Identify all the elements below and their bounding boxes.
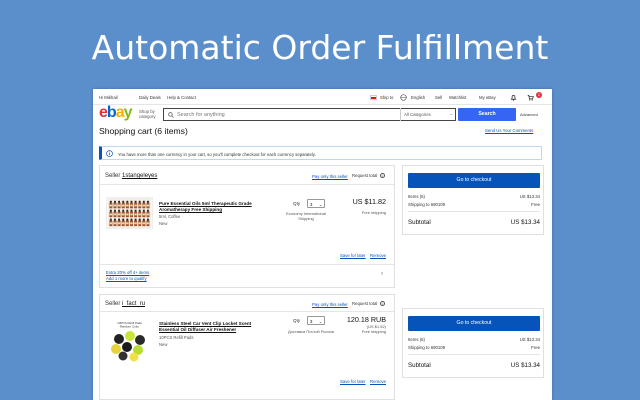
- advanced-search-link[interactable]: Advanced: [520, 112, 538, 117]
- cart-icon[interactable]: [527, 94, 534, 101]
- summary-shipping-row: Shipping to 690109 Free: [408, 202, 540, 207]
- quantity-select[interactable]: 3 ⌄: [307, 316, 325, 325]
- chevron-down-icon: ⌄: [318, 319, 322, 324]
- chevron-down-icon: ⌄: [318, 202, 322, 207]
- page-title: Shopping cart (6 items): [99, 126, 188, 136]
- checkout-button[interactable]: Go to checkout: [408, 173, 540, 188]
- summary-subtotal-row: Subtotal US $13.34: [408, 362, 540, 369]
- seller-name-link[interactable]: 1stangeleyes: [122, 173, 157, 179]
- notice-text: You have more than one currency in your …: [118, 151, 316, 157]
- qty-label: Qty: [293, 201, 301, 206]
- product-variant: 5ml, Coffee: [159, 214, 181, 219]
- save-for-later-link[interactable]: Save for later: [340, 253, 366, 258]
- chevron-down-icon: ⌄: [449, 111, 453, 116]
- qty-label: Qty: [293, 318, 301, 323]
- product-thumbnail[interactable]: 10PCS Refill Pads Random Color: [106, 319, 153, 362]
- product-condition: New: [159, 221, 168, 226]
- ebay-cart-screenshot: Hi Mikhail Daily Deals Help & Contact Sh…: [93, 89, 552, 400]
- seller-name-link[interactable]: i_fact_ru: [122, 301, 145, 307]
- info-icon: [106, 150, 113, 157]
- summary-subtotal-row: Subtotal US $13.34: [408, 219, 540, 226]
- seller-heading: Seller i_fact_ru: [105, 301, 146, 307]
- shipping-method: Economy International Shipping: [286, 211, 326, 221]
- page-headline: Automatic Order Fulfillment: [91, 28, 549, 67]
- category-select[interactable]: All Categories ⌄: [400, 108, 456, 121]
- currency-notice: You have more than one currency in your …: [99, 146, 542, 160]
- search-placeholder: Search for anything: [177, 112, 225, 118]
- item-price: US $11.82: [352, 197, 386, 206]
- search-button[interactable]: Search: [458, 108, 516, 121]
- russia-flag-icon: [370, 95, 377, 100]
- seller-card: Seller i_fact_ru Pay only this seller Re…: [99, 294, 395, 400]
- remove-link[interactable]: Remove: [370, 379, 386, 384]
- quantity-select[interactable]: 3 ⌄: [307, 199, 325, 208]
- sell-link[interactable]: Sell: [435, 95, 442, 100]
- info-icon: i: [380, 301, 386, 307]
- top-bar: Hi Mikhail Daily Deals Help & Contact Sh…: [93, 89, 552, 105]
- pay-only-seller-link[interactable]: Pay only this seller: [312, 302, 348, 307]
- request-total[interactable]: Request total i: [352, 173, 386, 179]
- summary-shipping-row: Shipping to 690109 Free: [408, 345, 540, 350]
- product-thumbnail[interactable]: [106, 197, 153, 229]
- my-ebay-link[interactable]: My eBay: [479, 95, 496, 100]
- product-title-link[interactable]: Stainless Steel Car Vent Clip Locket Sce…: [159, 321, 269, 332]
- watchlist-link[interactable]: Watchlist: [449, 95, 466, 100]
- info-icon: i: [380, 173, 386, 179]
- ebay-logo[interactable]: ebay: [99, 104, 132, 122]
- pay-only-seller-link[interactable]: Pay only this seller: [312, 174, 348, 179]
- greeting[interactable]: Hi Mikhail: [99, 95, 118, 100]
- remove-link[interactable]: Remove: [370, 253, 386, 258]
- product-variant: 10PCS Refill Pads: [159, 335, 194, 340]
- daily-deals-link[interactable]: Daily Deals: [139, 95, 161, 100]
- item-shipping: Free shipping: [361, 210, 386, 215]
- seller-card: Seller 1stangeleyes Pay only this seller…: [99, 165, 395, 288]
- order-summary: Go to checkout Items (6) US $13.34 Shippi…: [402, 308, 544, 378]
- thumb-caption: Random Color: [120, 325, 139, 329]
- save-for-later-link[interactable]: Save for later: [340, 379, 366, 384]
- promo-link[interactable]: Extra 20% off 4+ items Add 1 more to qual…: [106, 270, 149, 281]
- shop-by-category[interactable]: Shop by category: [139, 109, 155, 119]
- cart-count-badge: 2: [536, 92, 542, 98]
- order-summary: Go to checkout Items (6) US $13.34 Shippi…: [402, 165, 544, 235]
- summary-items-row: Items (6) US $13.34: [408, 337, 540, 342]
- item-shipping: Free shipping: [361, 329, 386, 334]
- ship-to-link[interactable]: Ship to: [380, 95, 393, 100]
- summary-items-row: Items (6) US $13.34: [408, 194, 540, 199]
- request-total[interactable]: Request total i: [352, 301, 386, 307]
- checkout-button[interactable]: Go to checkout: [408, 316, 540, 331]
- language-link[interactable]: English: [411, 95, 425, 100]
- globe-icon: [400, 94, 407, 101]
- help-contact-link[interactable]: Help & Contact: [167, 95, 196, 100]
- search-icon: [168, 112, 174, 118]
- product-condition: New: [159, 342, 168, 347]
- item-price: 120.18 RUB: [346, 315, 386, 324]
- seller-heading: Seller 1stangeleyes: [105, 173, 158, 179]
- send-comments-link[interactable]: Send Us Your Comments: [485, 128, 533, 133]
- product-title-link[interactable]: Pure Essential Oils 5ml Therapeutic Grad…: [159, 201, 269, 212]
- bell-icon[interactable]: [510, 94, 517, 101]
- chevron-right-icon[interactable]: ›: [381, 271, 383, 277]
